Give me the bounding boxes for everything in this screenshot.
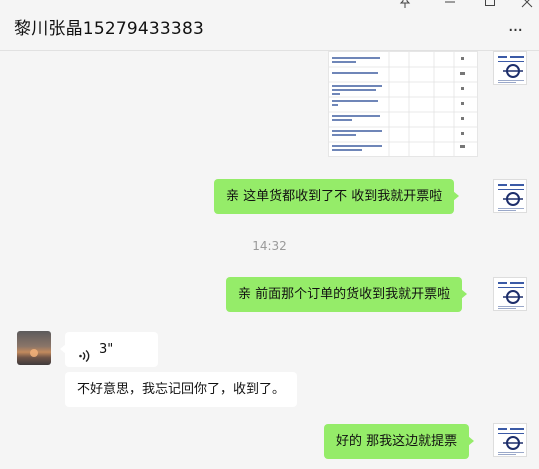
self-avatar[interactable] bbox=[493, 51, 527, 85]
voice-message[interactable]: 3" bbox=[60, 332, 158, 367]
message-text: 亲 前面那个订单的货收到我就开票啦 bbox=[238, 287, 451, 302]
chat-window: 黎川张晶15279433383 ··· 亲 这单货都收到了不 收到我就开票啦 1… bbox=[0, 0, 539, 469]
self-avatar[interactable] bbox=[493, 179, 527, 213]
message-text: 不好意思，我忘记回你了，收到了。 bbox=[77, 382, 286, 397]
message-text: 好的 那我这边就提票 bbox=[336, 434, 458, 449]
avatar-sun-graphic bbox=[30, 349, 38, 357]
received-message[interactable]: 不好意思，我忘记回你了，收到了。 bbox=[65, 372, 298, 407]
sent-message[interactable]: 亲 前面那个订单的货收到我就开票啦 bbox=[226, 277, 468, 312]
message-timestamp: 14:32 bbox=[252, 239, 287, 253]
message-text: 亲 这单货都收到了不 收到我就开票啦 bbox=[226, 189, 443, 204]
more-icon[interactable]: ··· bbox=[505, 22, 525, 40]
contact-avatar[interactable] bbox=[17, 331, 51, 365]
image-message[interactable] bbox=[328, 51, 478, 157]
chat-title: 黎川张晶15279433383 bbox=[14, 19, 204, 39]
maximize-icon[interactable] bbox=[484, 0, 496, 8]
order-screenshot-image bbox=[329, 52, 477, 156]
self-avatar[interactable] bbox=[493, 277, 527, 311]
sent-message[interactable]: 好的 那我这边就提票 bbox=[324, 424, 475, 459]
message-list[interactable]: 亲 这单货都收到了不 收到我就开票啦 14:32 亲 前面那个订单的货收到我就开… bbox=[0, 51, 539, 469]
close-icon[interactable] bbox=[521, 0, 533, 8]
voice-duration: 3" bbox=[99, 342, 114, 357]
sent-message[interactable]: 亲 这单货都收到了不 收到我就开票啦 bbox=[214, 179, 460, 214]
pin-icon[interactable] bbox=[399, 0, 411, 8]
title-bar: 黎川张晶15279433383 ··· bbox=[0, 0, 539, 51]
minimize-icon[interactable] bbox=[444, 0, 456, 8]
self-avatar[interactable] bbox=[493, 423, 527, 457]
